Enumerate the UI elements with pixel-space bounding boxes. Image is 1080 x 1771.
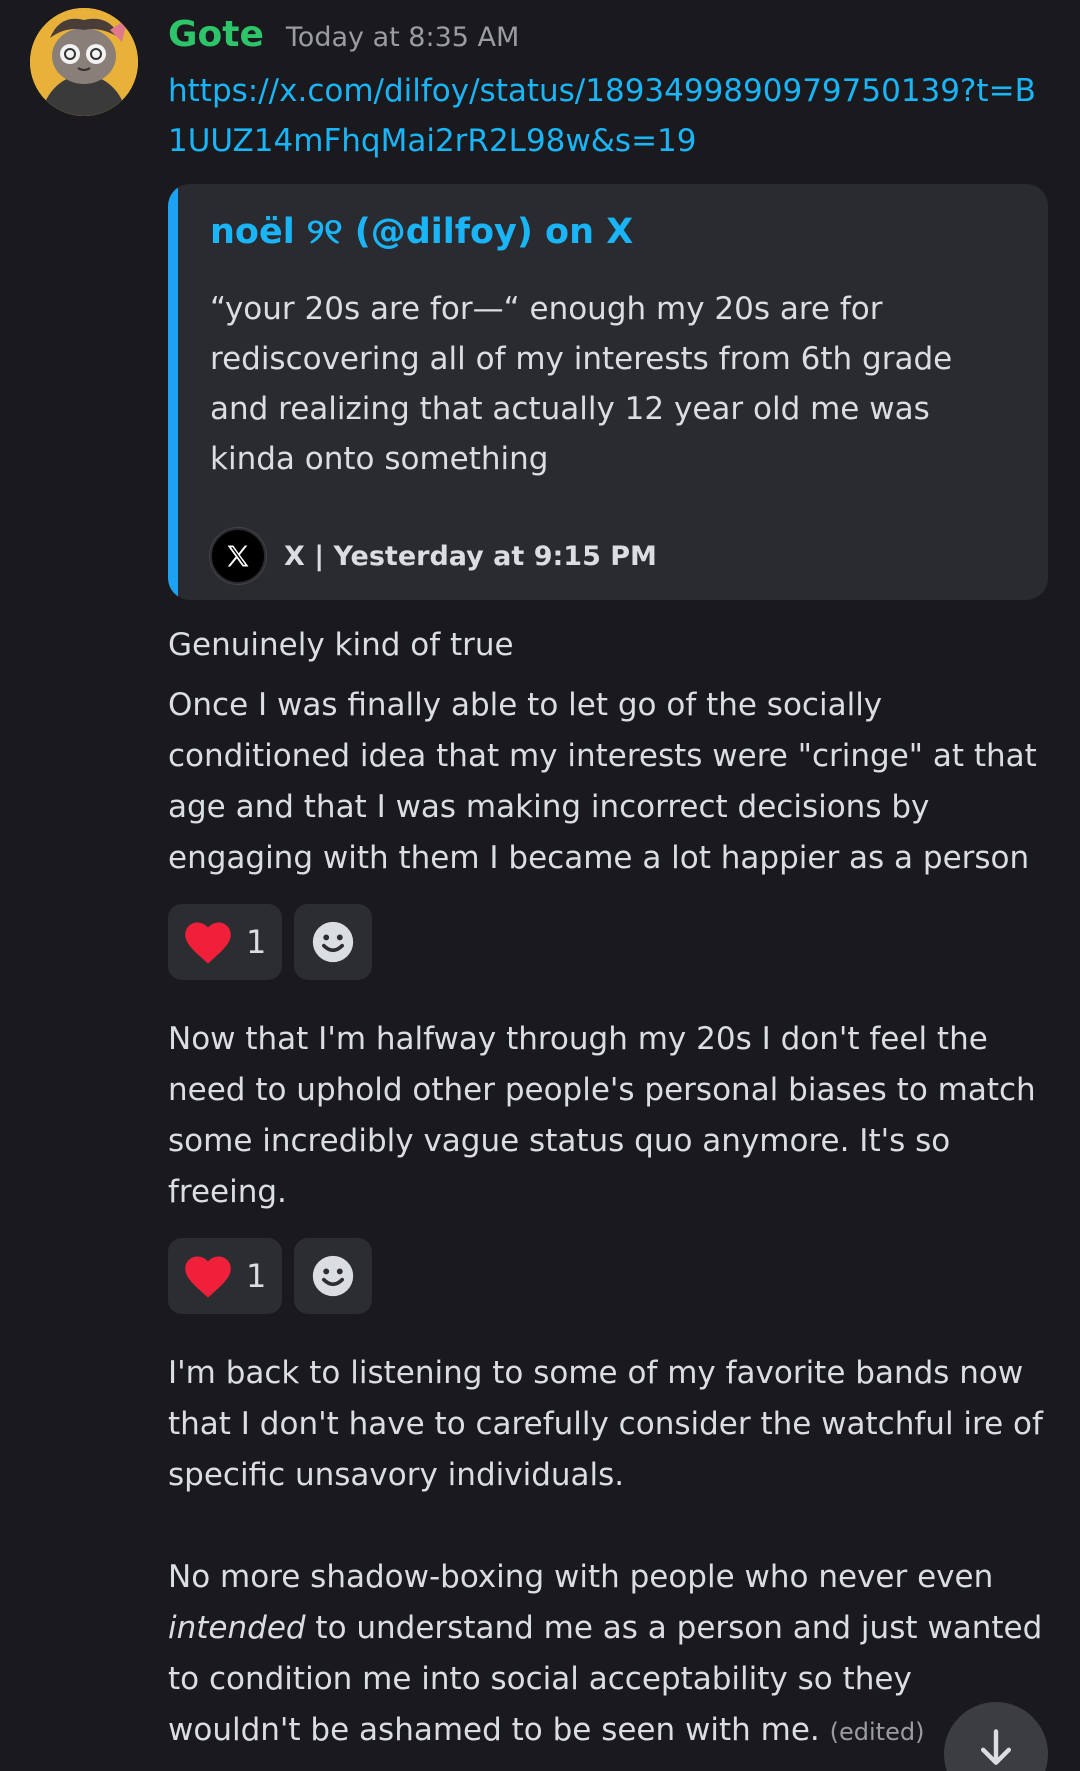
username[interactable]: Gote xyxy=(168,14,264,55)
embed-author[interactable]: noël ୨୧ (@dilfoy) on X xyxy=(210,212,633,252)
paragraph-text: No more shadow-boxing with people who ne… xyxy=(168,1559,994,1595)
add-reaction-button[interactable] xyxy=(294,1238,372,1314)
timestamp: Today at 8:35 AM xyxy=(285,22,520,53)
embed-accent-bar xyxy=(168,184,178,600)
smiley-icon xyxy=(312,1255,354,1297)
embed-footer-text: X | Yesterday at 9:15 PM xyxy=(284,540,657,572)
message-paragraph: Genuinely kind of true xyxy=(168,627,514,663)
link-embed: noël ୨୧ (@dilfoy) on X “your 20s are for… xyxy=(168,184,1048,600)
reaction-bar: 1 xyxy=(168,1238,372,1314)
heart-icon xyxy=(185,1256,231,1298)
message-paragraph: Now that I'm halfway through my 20s I do… xyxy=(168,1021,1036,1210)
heart-icon xyxy=(185,922,231,964)
message-paragraph: Once I was finally able to let go of the… xyxy=(168,687,1037,876)
edited-indicator: (edited) xyxy=(829,1718,925,1746)
smiley-icon xyxy=(312,921,354,963)
reaction-count: 1 xyxy=(246,1257,267,1295)
arrow-down-icon xyxy=(980,1729,1012,1765)
message-paragraph: I'm back to listening to some of my favo… xyxy=(168,1355,1043,1493)
paragraph-italic-text: intended xyxy=(168,1610,306,1646)
message-paragraph-last: No more shadow-boxing with people who ne… xyxy=(168,1552,1048,1758)
reaction-heart[interactable]: 1 xyxy=(168,1238,282,1314)
embed-description: “your 20s are for—“ enough my 20s are fo… xyxy=(210,291,953,477)
reaction-heart[interactable]: 1 xyxy=(168,904,282,980)
user-avatar[interactable] xyxy=(30,8,138,116)
message-link[interactable]: https://x.com/dilfoy/status/189349989097… xyxy=(168,66,1038,166)
reaction-count: 1 xyxy=(246,923,267,961)
embed-footer: X | Yesterday at 9:15 PM xyxy=(210,528,657,584)
x-logo-icon xyxy=(210,528,266,584)
message-header: Gote Today at 8:35 AM xyxy=(168,14,519,62)
add-reaction-button[interactable] xyxy=(294,904,372,980)
reaction-bar: 1 xyxy=(168,904,372,980)
